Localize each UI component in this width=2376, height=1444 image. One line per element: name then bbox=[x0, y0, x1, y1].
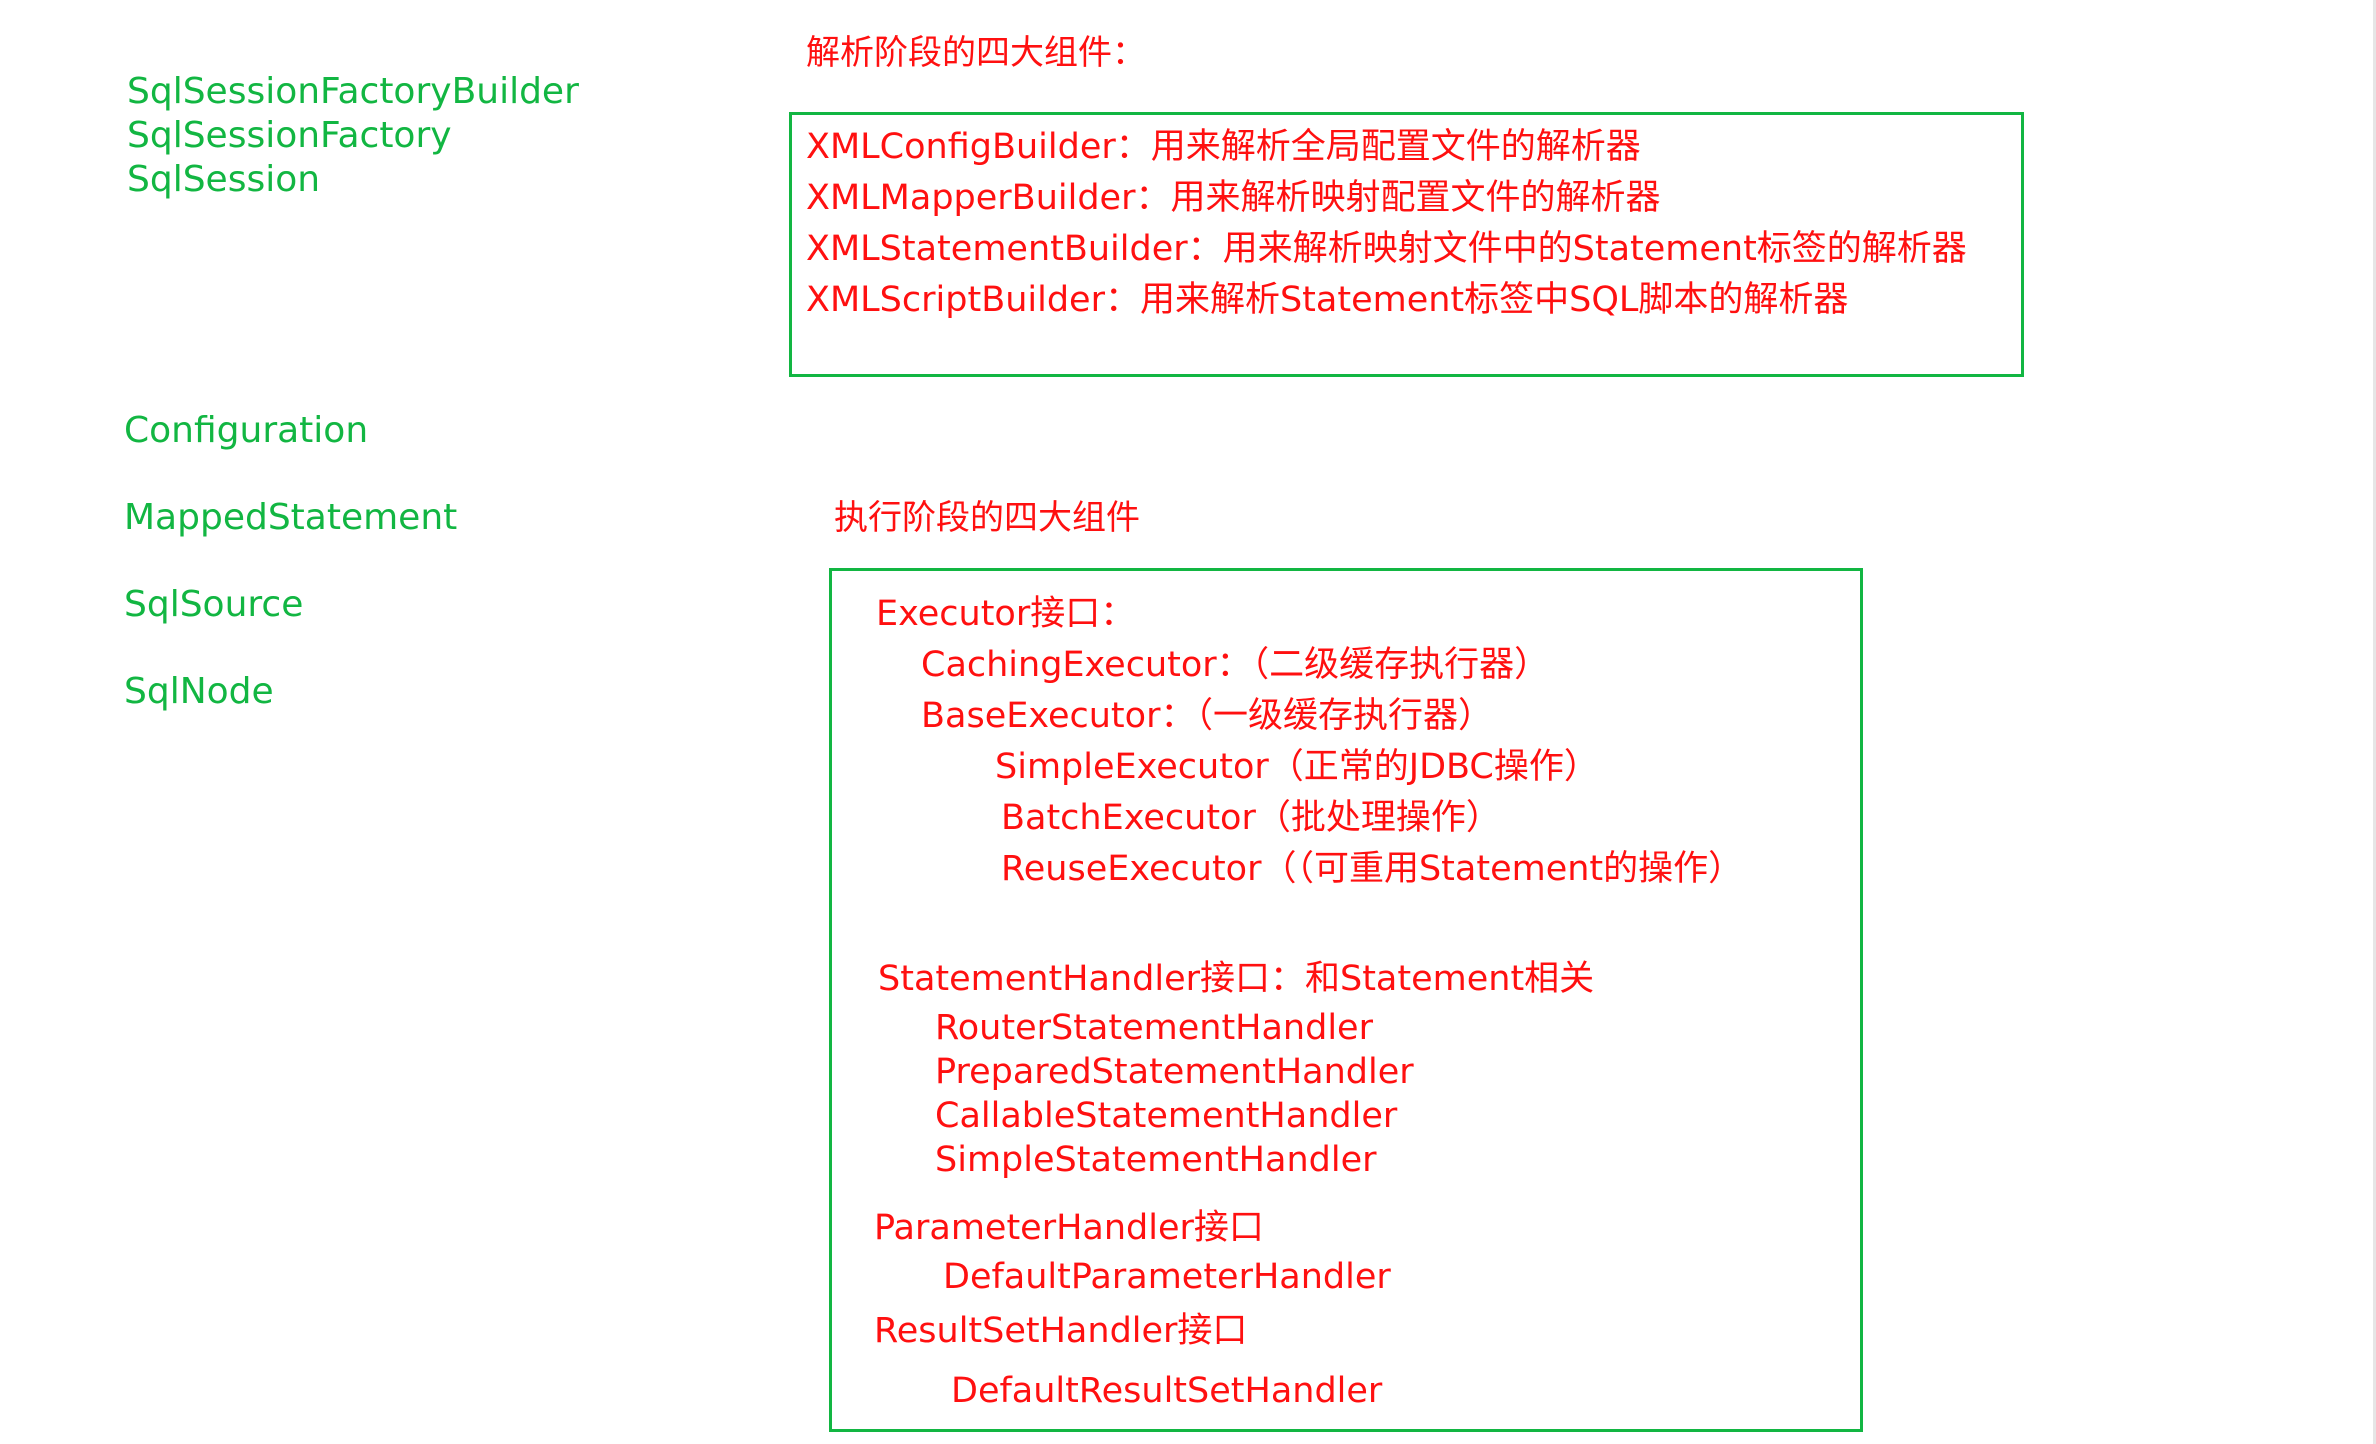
term-mappedstatement: MappedStatement bbox=[124, 497, 458, 538]
executor-reuse: ReuseExecutor（（可重用Statement的操作） bbox=[1001, 849, 1744, 889]
executor-base: BaseExecutor：（一级缓存执行器） bbox=[921, 696, 1493, 736]
parse-item-xmlstatementbuilder: XMLStatementBuilder：用来解析映射文件中的Statement标… bbox=[806, 229, 1967, 269]
parse-item-xmlscriptbuilder: XMLScriptBuilder：用来解析Statement标签中SQL脚本的解… bbox=[806, 280, 1849, 320]
executor-batch: BatchExecutor（批处理操作） bbox=[1001, 798, 1501, 838]
term-sqlsource: SqlSource bbox=[124, 584, 304, 625]
statementhandler-interface-label: StatementHandler接口：和Statement相关 bbox=[878, 959, 1595, 999]
term-sqlsessionfactorybuilder: SqlSessionFactoryBuilder bbox=[127, 71, 579, 112]
statementhandler-callable: CallableStatementHandler bbox=[935, 1096, 1398, 1136]
parse-item-xmlconfigbuilder: XMLConfigBuilder：用来解析全局配置文件的解析器 bbox=[806, 127, 1641, 167]
term-configuration: Configuration bbox=[124, 410, 369, 451]
parameterhandler-interface-label: ParameterHandler接口 bbox=[874, 1208, 1264, 1248]
executor-caching: CachingExecutor：（二级缓存执行器） bbox=[921, 645, 1550, 685]
executor-simple: SimpleExecutor（正常的JDBC操作） bbox=[995, 747, 1599, 787]
term-sqlnode: SqlNode bbox=[124, 671, 274, 712]
resultsethandler-default: DefaultResultSetHandler bbox=[951, 1371, 1383, 1411]
parse-item-xmlmapperbuilder: XMLMapperBuilder：用来解析映射配置文件的解析器 bbox=[806, 178, 1661, 218]
statementhandler-prepared: PreparedStatementHandler bbox=[935, 1052, 1414, 1092]
statementhandler-router: RouterStatementHandler bbox=[935, 1008, 1373, 1048]
executor-interface-label: Executor接口： bbox=[876, 594, 1136, 634]
statementhandler-simple: SimpleStatementHandler bbox=[935, 1140, 1377, 1180]
execute-phase-title: 执行阶段的四大组件 bbox=[834, 498, 1140, 538]
term-sqlsession: SqlSession bbox=[127, 159, 321, 200]
parse-phase-title: 解析阶段的四大组件： bbox=[806, 33, 1146, 73]
term-sqlsessionfactory: SqlSessionFactory bbox=[127, 115, 452, 156]
resultsethandler-interface-label: ResultSetHandler接口 bbox=[874, 1311, 1248, 1351]
parameterhandler-default: DefaultParameterHandler bbox=[943, 1257, 1391, 1297]
